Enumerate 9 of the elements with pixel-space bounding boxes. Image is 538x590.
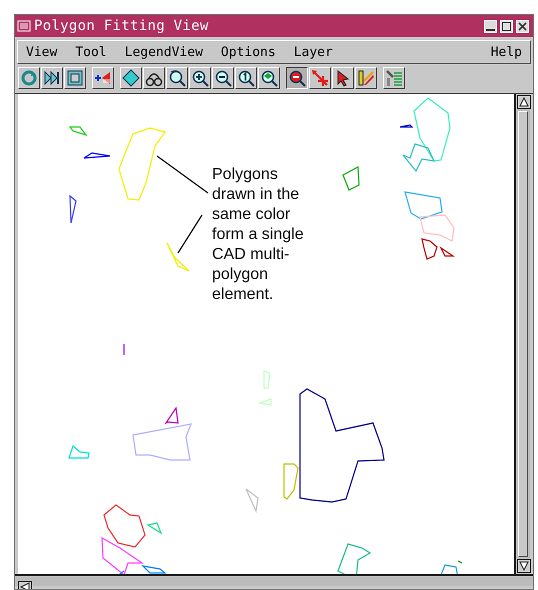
menu-item[interactable]: View bbox=[26, 44, 58, 60]
menu-item[interactable]: Layer bbox=[294, 44, 333, 60]
callout-text: Polygons drawn in the same color form a single CAD multi- polygon element. bbox=[212, 165, 305, 305]
window-title: Polygon Fitting View bbox=[34, 18, 210, 34]
menu-item[interactable]: LegendView bbox=[124, 44, 203, 60]
menu-item[interactable]: Help bbox=[490, 44, 522, 60]
menu-item[interactable]: Tool bbox=[75, 44, 107, 60]
menu-item[interactable]: Options bbox=[220, 44, 276, 60]
map-canvas[interactable]: Polygons drawn in the same color form a single CAD multi- polygon element. bbox=[18, 94, 514, 574]
